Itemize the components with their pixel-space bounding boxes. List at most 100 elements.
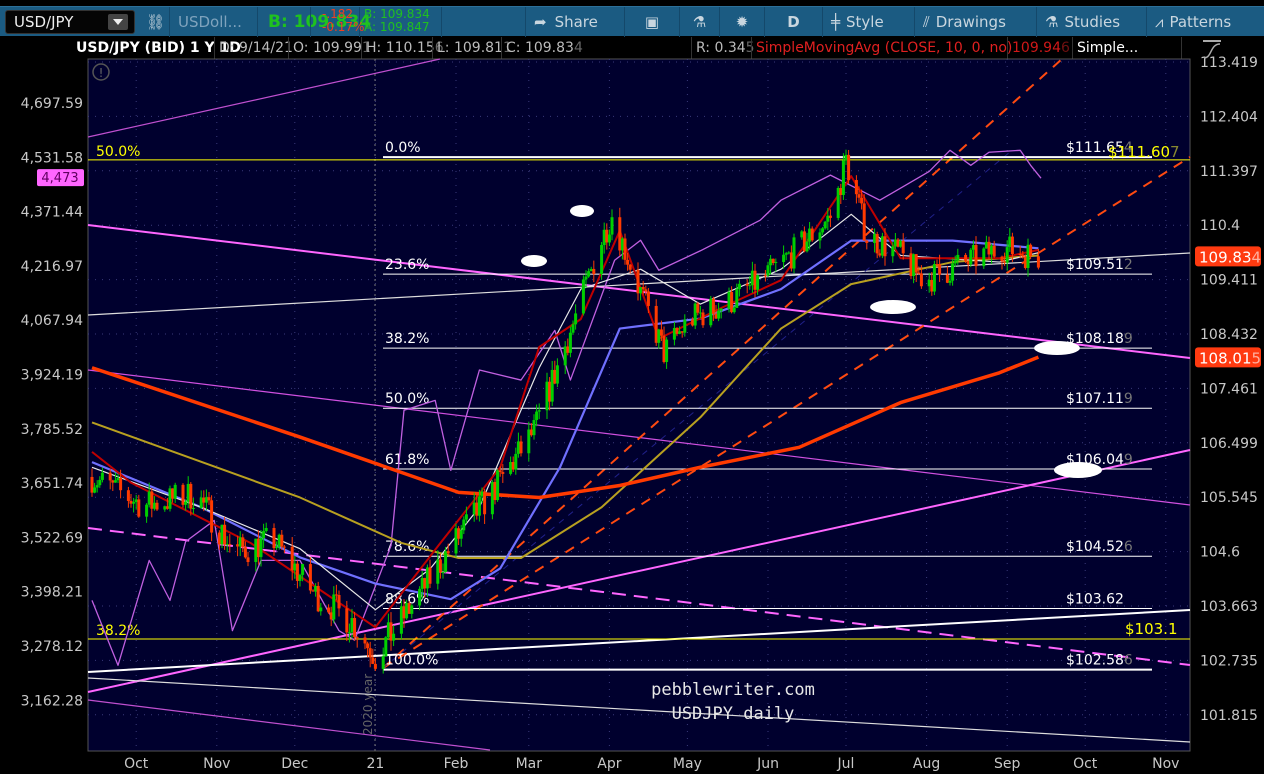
candle-body	[982, 248, 986, 267]
candle-body	[810, 228, 814, 241]
candle-body	[878, 253, 882, 256]
ellipse-marker[interactable]	[570, 205, 594, 217]
fib-price-label: $104.526	[1066, 539, 1133, 555]
candle-body	[472, 502, 476, 515]
candle-body	[277, 534, 281, 547]
candle-body	[644, 289, 648, 292]
candle-body	[152, 502, 156, 509]
candle-body	[930, 279, 934, 292]
candle-body	[537, 410, 541, 412]
candle-body	[295, 563, 299, 581]
candle-body	[337, 595, 341, 609]
candle-body	[272, 528, 276, 549]
left-axis-tick: 4,371.44	[21, 205, 83, 221]
candle-body	[459, 530, 463, 539]
fib-price-label: $109.512	[1066, 257, 1133, 273]
candle-body	[223, 524, 227, 545]
candle-body	[808, 228, 812, 242]
candle-body	[717, 310, 721, 319]
candle-body	[971, 244, 975, 250]
candle-body	[262, 531, 266, 538]
candle-body	[483, 491, 487, 515]
candle-body	[402, 606, 406, 619]
candle-body	[428, 567, 432, 584]
candle-body	[802, 231, 806, 252]
candle-body	[165, 506, 169, 509]
candle-body	[1018, 254, 1022, 256]
candle-body	[246, 557, 250, 563]
candle-body	[893, 239, 897, 247]
candle-body	[168, 488, 172, 509]
fib-pct-label: 23.6%	[385, 257, 429, 273]
candle-body	[737, 283, 741, 290]
candle-body	[386, 622, 390, 638]
candle-body	[436, 559, 440, 584]
candle-body	[607, 234, 611, 243]
candle-body	[782, 254, 786, 263]
candle-body	[698, 312, 702, 314]
candle-body	[602, 229, 606, 246]
candle-body	[691, 319, 695, 326]
candle-body	[719, 308, 723, 311]
candle-body	[132, 502, 136, 504]
right-axis-tick: 103.663	[1200, 599, 1258, 615]
candle-body	[763, 275, 767, 277]
candle-body	[938, 264, 942, 275]
candle-body	[750, 270, 754, 286]
candle-body	[490, 482, 494, 515]
ellipse-marker[interactable]	[521, 255, 547, 267]
candle-body	[919, 273, 923, 287]
right-axis-tick: 108.432	[1200, 327, 1258, 343]
candle-body	[646, 291, 650, 306]
candle-body	[108, 472, 112, 481]
candle-body	[207, 497, 211, 501]
candle-body	[280, 534, 284, 547]
candle-body	[498, 470, 502, 473]
candle-body	[550, 369, 554, 402]
candle-body	[821, 228, 825, 233]
plot-area[interactable]	[87, 58, 1191, 752]
x-axis-tick: May	[673, 756, 702, 772]
candle-body	[392, 633, 396, 641]
candle-body	[563, 346, 567, 366]
candle-body	[828, 215, 832, 218]
candle-body	[293, 563, 297, 571]
x-axis-tick: Apr	[597, 756, 621, 772]
candle-body	[186, 483, 190, 502]
candle-body	[1003, 261, 1007, 263]
candle-body	[709, 298, 713, 326]
candle-body	[620, 238, 624, 251]
price-chart[interactable]: ! 2020 year 0.0% $111.65423.6% $109.51238.…	[0, 0, 1264, 774]
candle-body	[347, 632, 351, 634]
candle-body	[571, 324, 575, 333]
candle-body	[373, 663, 377, 669]
candle-body	[675, 327, 679, 334]
candle-body	[475, 502, 479, 516]
candle-body	[425, 567, 429, 589]
candle-body	[314, 585, 318, 592]
candle-body	[857, 194, 861, 198]
candle-body	[95, 485, 99, 488]
ellipse-marker[interactable]	[1034, 341, 1080, 355]
candle-body	[119, 477, 123, 491]
candle-body	[805, 241, 809, 252]
x-axis-tick: Nov	[203, 756, 230, 772]
candle-body	[353, 618, 357, 638]
candle-body	[113, 480, 117, 483]
candle-body	[496, 470, 500, 501]
candle-body	[316, 585, 320, 612]
candle-body	[966, 261, 970, 265]
candle-body	[696, 303, 700, 313]
candle-body	[228, 544, 232, 546]
candle-body	[662, 335, 666, 362]
candle-body	[584, 276, 588, 280]
ellipse-marker[interactable]	[1054, 462, 1102, 478]
candle-body	[93, 487, 97, 493]
x-axis-tick: Jul	[837, 756, 855, 772]
candle-body	[334, 594, 338, 596]
candle-body	[945, 274, 949, 283]
candle-body	[553, 369, 557, 384]
ellipse-marker[interactable]	[870, 300, 916, 314]
watermark-site: pebblewriter.com	[651, 680, 815, 700]
candle-body	[1023, 256, 1027, 268]
